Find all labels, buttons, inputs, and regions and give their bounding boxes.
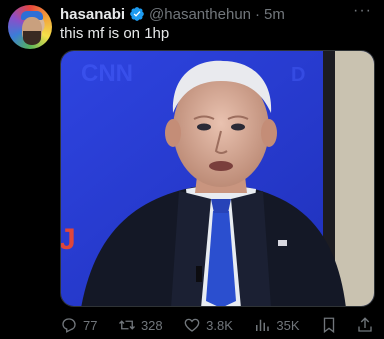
repost-count: 328 bbox=[140, 317, 163, 333]
timestamp[interactable]: 5m bbox=[264, 6, 285, 23]
avatar-beard bbox=[23, 31, 41, 45]
view-count: 35K bbox=[276, 317, 300, 333]
svg-text:D: D bbox=[291, 64, 305, 86]
bookmark-button[interactable] bbox=[320, 316, 338, 334]
tweet-secondary-actions bbox=[320, 316, 374, 334]
repost-icon bbox=[118, 320, 135, 330]
user-handle[interactable]: @hasanthehun bbox=[149, 6, 251, 23]
avatar[interactable] bbox=[8, 5, 52, 49]
repost-button[interactable]: 328 bbox=[118, 316, 163, 334]
like-count: 3.8K bbox=[206, 317, 233, 333]
reply-button[interactable]: 77 bbox=[60, 316, 97, 334]
more-icon[interactable]: ··· bbox=[353, 2, 372, 20]
tweet-actions: 77 328 3.8K 35K bbox=[60, 314, 374, 336]
svg-text:J: J bbox=[61, 223, 76, 256]
display-name[interactable]: hasanabi bbox=[60, 6, 125, 23]
media-photo: CNN D J bbox=[61, 51, 374, 306]
like-button[interactable]: 3.8K bbox=[183, 316, 233, 334]
views-icon bbox=[256, 319, 270, 331]
reply-icon bbox=[62, 318, 76, 333]
verified-badge-icon bbox=[130, 7, 144, 21]
tweet-media-image[interactable]: CNN D J bbox=[60, 50, 375, 307]
share-icon bbox=[358, 317, 372, 332]
reply-count: 77 bbox=[83, 317, 98, 333]
share-button[interactable] bbox=[356, 316, 374, 334]
separator-dot: · bbox=[255, 5, 261, 23]
tweet-text: this mf is on 1hp bbox=[60, 25, 170, 42]
heart-icon bbox=[184, 318, 200, 332]
svg-text:CNN: CNN bbox=[81, 60, 133, 87]
tweet-header: hasanabi @hasanthehun · 5m bbox=[60, 5, 285, 23]
bookmark-icon bbox=[323, 317, 335, 334]
views-button[interactable]: 35K bbox=[253, 316, 300, 334]
